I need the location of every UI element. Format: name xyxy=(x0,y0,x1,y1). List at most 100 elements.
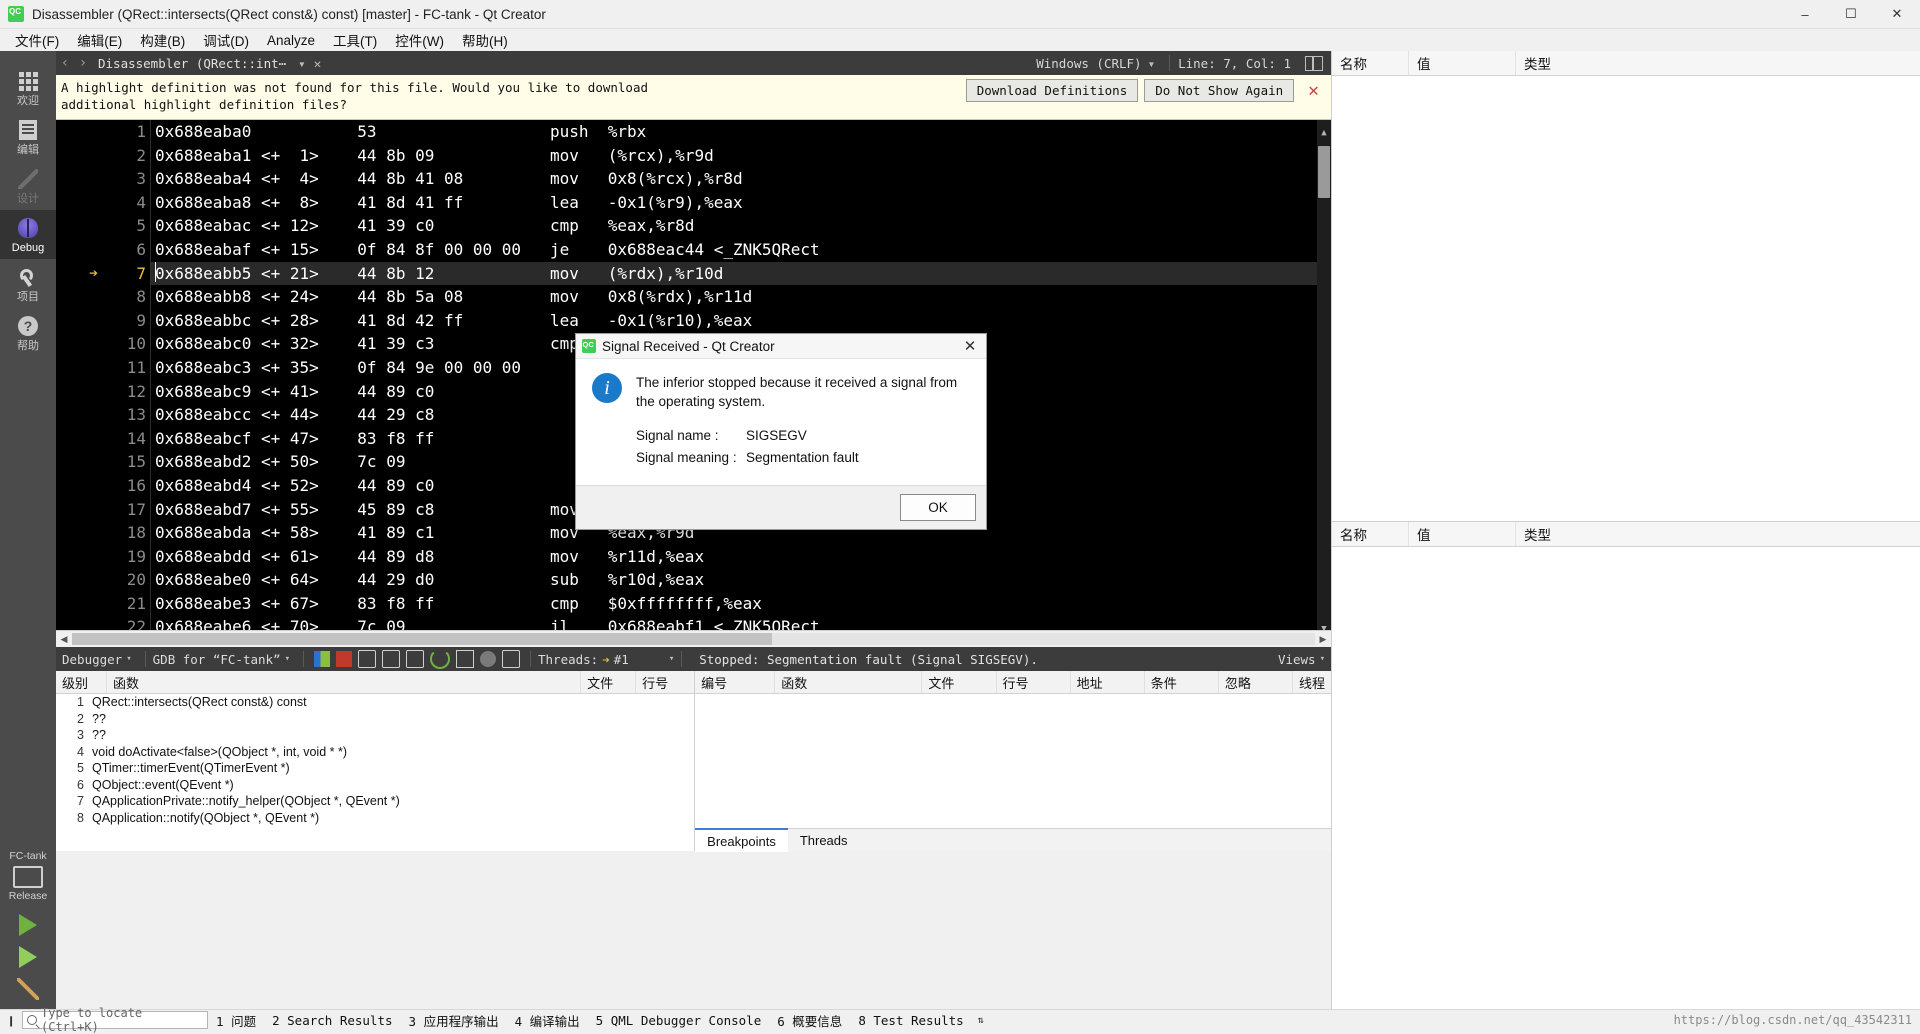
stack-frame-row[interactable]: 8 QApplication::notify(QObject *, QEvent … xyxy=(56,810,694,827)
gutter-mark[interactable] xyxy=(56,356,102,380)
menu-window[interactable]: 控件(W) xyxy=(386,28,453,52)
stack-frame-row[interactable]: 6 QObject::event(QEvent *) xyxy=(56,777,694,794)
bp-col-file[interactable]: 文件 xyxy=(922,671,997,693)
editor-horizontal-scrollbar[interactable]: ◀ ▶ xyxy=(56,630,1331,647)
menu-help[interactable]: 帮助(H) xyxy=(453,28,517,52)
expr-col-name[interactable]: 名称 xyxy=(1332,522,1409,546)
gutter-mark[interactable] xyxy=(56,332,102,356)
gutter-mark[interactable] xyxy=(56,309,102,333)
views-button[interactable]: Views ▾ xyxy=(1278,652,1331,667)
output-pane-app-output[interactable]: 3 应用程序输出 xyxy=(401,1011,507,1030)
disassembly-row[interactable]: 0x688eabdd <+ 61> 44 89 d8 mov %r11d,%ea… xyxy=(151,545,1331,569)
bp-col-number[interactable]: 编号 xyxy=(695,671,776,693)
stack-frame-row[interactable]: 5 QTimer::timerEvent(QTimerEvent *) xyxy=(56,760,694,777)
hscroll-thumb[interactable] xyxy=(72,633,772,645)
split-editor-icon[interactable] xyxy=(1305,55,1323,71)
gutter-mark[interactable] xyxy=(56,144,102,168)
chevron-down-icon[interactable]: ▾ xyxy=(292,56,312,71)
gutter-mark[interactable] xyxy=(56,474,102,498)
locals-col-value[interactable]: 值 xyxy=(1409,51,1516,75)
mode-help[interactable]: ? 帮助 xyxy=(0,308,56,357)
gutter-mark[interactable] xyxy=(56,615,102,630)
current-line-arrow-icon[interactable]: ➔ xyxy=(56,262,102,286)
step-over-icon[interactable] xyxy=(358,650,376,668)
mode-welcome[interactable]: 欢迎 xyxy=(0,63,56,112)
line-ending-chevron-icon[interactable]: ▾ xyxy=(1142,56,1162,71)
dialog-close-icon[interactable]: ✕ xyxy=(954,337,986,355)
gutter-mark[interactable] xyxy=(56,403,102,427)
stop-icon[interactable] xyxy=(336,651,352,667)
stack-frame-row[interactable]: 2?? xyxy=(56,711,694,728)
mode-debug[interactable]: Debug xyxy=(0,210,56,259)
gutter-mark[interactable] xyxy=(56,191,102,215)
continue-icon[interactable] xyxy=(314,651,330,667)
line-ending-selector[interactable]: Windows (CRLF) xyxy=(1036,56,1141,71)
restart-icon[interactable] xyxy=(430,649,450,669)
output-pane-qml-console[interactable]: 5 QML Debugger Console xyxy=(588,1013,770,1028)
scroll-left-icon[interactable]: ◀ xyxy=(56,634,72,645)
scroll-up-icon[interactable]: ▲ xyxy=(1319,122,1329,138)
breakpoints-rows[interactable] xyxy=(695,694,1331,828)
output-pane-search-results[interactable]: 2 Search Results xyxy=(264,1013,400,1028)
sidebar-toggle-icon[interactable]: ❙ xyxy=(0,1013,22,1028)
disassembly-row[interactable]: 0x688eaba1 <+ 1> 44 8b 09 mov (%rcx),%r9… xyxy=(151,144,1331,168)
menu-analyze[interactable]: Analyze xyxy=(258,31,324,50)
editor-tab-title[interactable]: Disassembler (QRect::int⋯ xyxy=(92,56,292,71)
gutter-mark[interactable] xyxy=(56,238,102,262)
interrupt-icon[interactable] xyxy=(480,651,496,667)
debug-triangle-icon[interactable] xyxy=(19,946,37,968)
editor-vertical-scrollbar[interactable]: ▲ ▼ xyxy=(1317,120,1331,630)
stack-col-line[interactable]: 行号 xyxy=(636,671,694,693)
step-out-icon[interactable] xyxy=(406,650,424,668)
locals-col-name[interactable]: 名称 xyxy=(1332,51,1409,75)
close-button[interactable]: ✕ xyxy=(1874,0,1920,28)
bp-col-ignore[interactable]: 忽略 xyxy=(1219,671,1293,693)
menu-tools[interactable]: 工具(T) xyxy=(324,28,386,52)
bp-col-function[interactable]: 函数 xyxy=(775,671,923,693)
disassembly-row[interactable]: 0x688eaba0 53 push %rbx xyxy=(151,120,1331,144)
expressions-rows[interactable] xyxy=(1332,547,1920,1010)
disassembly-row[interactable]: 0x688eabe3 <+ 67> 83 f8 ff cmp $0xffffff… xyxy=(151,592,1331,616)
maximize-button[interactable]: ☐ xyxy=(1828,0,1874,28)
gutter-mark[interactable] xyxy=(56,545,102,569)
stack-frame-row[interactable]: 7 QApplicationPrivate::notify_helper(QObj… xyxy=(56,793,694,810)
do-not-show-again-button[interactable]: Do Not Show Again xyxy=(1144,79,1295,102)
gutter-mark[interactable] xyxy=(56,450,102,474)
close-icon[interactable]: ✕ xyxy=(312,56,330,71)
gutter-mark[interactable] xyxy=(56,521,102,545)
menu-debug[interactable]: 调试(D) xyxy=(194,28,258,52)
disassembly-row[interactable]: 0x688eabb8 <+ 24> 44 8b 5a 08 mov 0x8(%r… xyxy=(151,285,1331,309)
gutter-mark[interactable] xyxy=(56,568,102,592)
expr-col-value[interactable]: 值 xyxy=(1409,522,1516,546)
disassembly-row[interactable]: 0x688eabaf <+ 15> 0f 84 8f 00 00 00 je 0… xyxy=(151,238,1331,262)
hscroll-track[interactable] xyxy=(72,633,1315,645)
stack-frame-row[interactable]: 4 void doActivate<false>(QObject *, int, … xyxy=(56,744,694,761)
bp-col-condition[interactable]: 条件 xyxy=(1145,671,1219,693)
gutter-mark[interactable] xyxy=(56,498,102,522)
disassembly-row[interactable]: 0x688eabe0 <+ 64> 44 29 d0 sub %r10d,%ea… xyxy=(151,568,1331,592)
scroll-right-icon[interactable]: ▶ xyxy=(1315,634,1331,645)
menu-edit[interactable]: 编辑(E) xyxy=(68,28,131,52)
navigate-back-icon[interactable]: ‹ xyxy=(56,55,74,71)
disassembly-row[interactable]: 0x688eabb5 <+ 21> 44 8b 12 mov (%rdx),%r… xyxy=(151,261,1331,286)
breakpoint-gutter[interactable]: ➔ xyxy=(56,120,102,630)
stack-col-level[interactable]: 级别 xyxy=(56,671,107,693)
download-definitions-button[interactable]: Download Definitions xyxy=(965,79,1139,102)
minimize-button[interactable]: – xyxy=(1782,0,1828,28)
tab-breakpoints[interactable]: Breakpoints xyxy=(695,828,788,852)
gutter-mark[interactable] xyxy=(56,120,102,144)
stack-frame-row[interactable]: 3?? xyxy=(56,727,694,744)
gutter-mark[interactable] xyxy=(56,214,102,238)
disassembly-row[interactable]: 0x688eabe6 <+ 70> 7c 09 jl 0x688eabf1 <_… xyxy=(151,615,1331,630)
threads-chevron-icon[interactable]: ▾ xyxy=(629,654,674,664)
disassembly-row[interactable]: 0x688eabac <+ 12> 41 39 c0 cmp %eax,%r8d xyxy=(151,214,1331,238)
output-pane-summary[interactable]: 6 概要信息 xyxy=(769,1011,850,1030)
output-pane-updown-icon[interactable]: ⇅ xyxy=(972,1015,990,1026)
scroll-down-icon[interactable]: ▼ xyxy=(1319,618,1329,630)
gutter-mark[interactable] xyxy=(56,285,102,309)
navigate-forward-icon[interactable]: › xyxy=(74,55,92,71)
locals-rows[interactable] xyxy=(1332,76,1920,521)
locator-input[interactable]: Type to locate (Ctrl+K) xyxy=(22,1006,208,1034)
mode-projects[interactable]: 项目 xyxy=(0,259,56,308)
stack-col-function[interactable]: 函数 xyxy=(107,671,582,693)
